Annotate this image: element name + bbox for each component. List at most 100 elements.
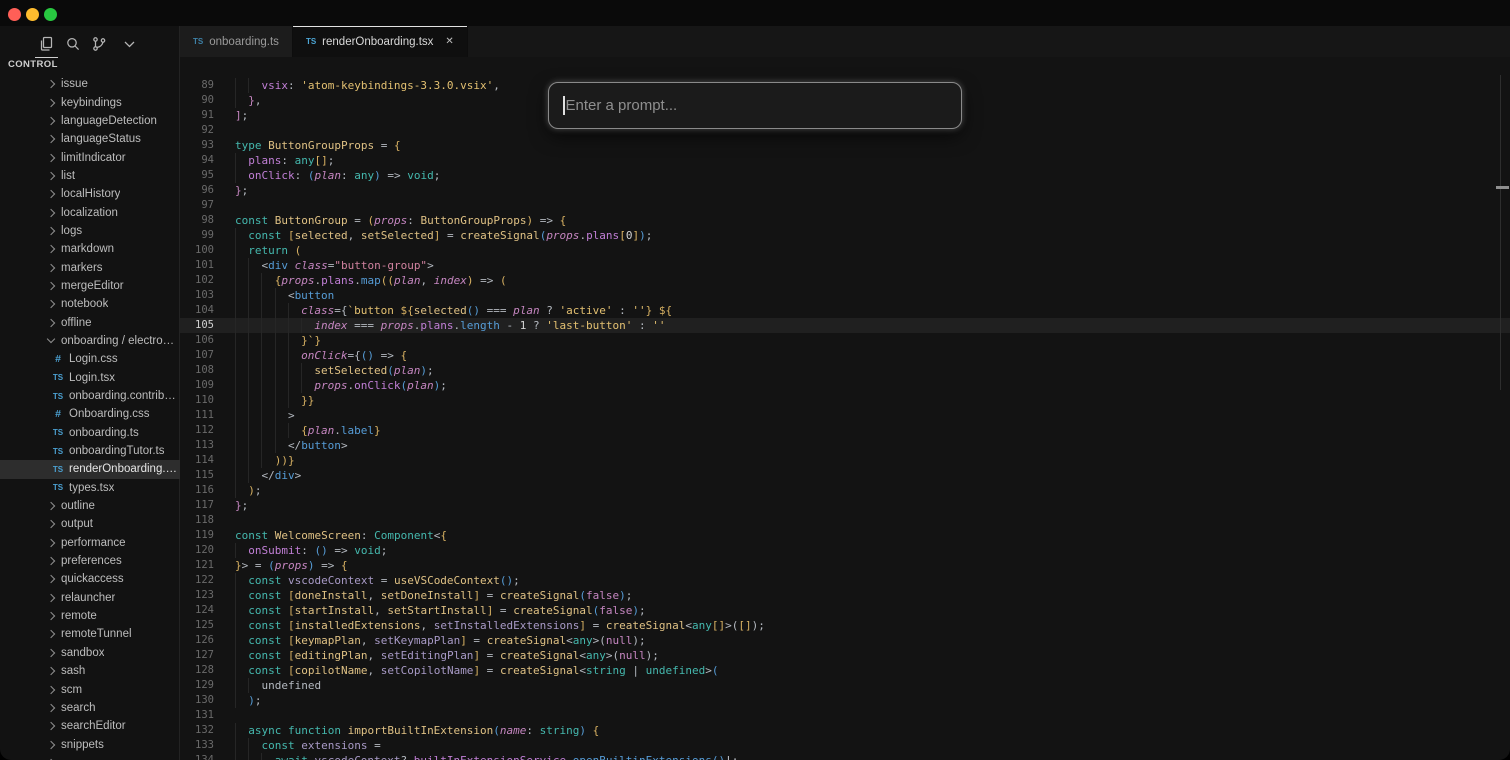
- indent-guide: [235, 153, 248, 168]
- code-text: <div class="button-group">: [235, 258, 434, 273]
- tree-file-types.tsx[interactable]: TStypes.tsx: [0, 479, 180, 497]
- scrollbar-track[interactable]: [1500, 75, 1501, 390]
- code-line-121: 121}> = (props) => {: [180, 558, 1510, 573]
- indent-guide: [261, 318, 274, 333]
- indent-guide: [248, 753, 261, 760]
- tree-folder-localization[interactable]: localization: [0, 203, 180, 221]
- indent-guide: [261, 303, 274, 318]
- tree-folder-mergeEditor[interactable]: mergeEditor: [0, 277, 180, 295]
- tree-file-onboarding.contribu...[interactable]: TSonboarding.contribu...: [0, 387, 180, 405]
- tree-item-label: relauncher: [61, 592, 115, 604]
- tree-folder-limitIndicator[interactable]: limitIndicator: [0, 148, 180, 166]
- tree-file-Login.css[interactable]: #Login.css: [0, 350, 180, 368]
- tree-file-Login.tsx[interactable]: TSLogin.tsx: [0, 369, 180, 387]
- tree-folder-[interactable]: [0, 754, 180, 760]
- tree-item-label: output: [61, 518, 93, 530]
- tree-folder-issue[interactable]: issue: [0, 75, 180, 93]
- traffic-light-minimize[interactable]: [26, 8, 39, 21]
- indent-guide: [248, 363, 261, 378]
- tree-folder-scm[interactable]: scm: [0, 680, 180, 698]
- indent-guide: [261, 438, 274, 453]
- tab-renderOnboarding.tsx[interactable]: TSrenderOnboarding.tsx✕: [293, 26, 468, 57]
- indent-guide: [275, 348, 288, 363]
- files-icon[interactable]: [34, 32, 58, 56]
- chevron-right-icon: [44, 224, 58, 238]
- tree-item-label: remoteTunnel: [61, 628, 132, 640]
- tree-folder-preferences[interactable]: preferences: [0, 552, 180, 570]
- tree-folder-outline[interactable]: outline: [0, 497, 180, 515]
- tree-folder-markers[interactable]: markers: [0, 258, 180, 276]
- code-text: vsix: 'atom-keybindings-3.3.0.vsix',: [235, 78, 500, 93]
- tree-folder-keybindings[interactable]: keybindings: [0, 93, 180, 111]
- tab-bar: TSonboarding.tsTSrenderOnboarding.tsx✕: [180, 26, 1510, 57]
- line-number: 123: [180, 588, 214, 603]
- tree-file-onboardingTutor.ts[interactable]: TSonboardingTutor.ts: [0, 442, 180, 460]
- line-number: 113: [180, 438, 214, 453]
- indent-guide: [248, 303, 261, 318]
- code-line-98: 98const ButtonGroup = (props: ButtonGrou…: [180, 213, 1510, 228]
- tree-folder-relauncher[interactable]: relauncher: [0, 589, 180, 607]
- code-line-130: 130);: [180, 693, 1510, 708]
- tree-item-label: limitIndicator: [61, 152, 126, 164]
- tree-folder-sandbox[interactable]: sandbox: [0, 644, 180, 662]
- close-icon[interactable]: ✕: [445, 36, 453, 47]
- code-text: </button>: [235, 438, 348, 453]
- tree-folder-languageStatus[interactable]: languageStatus: [0, 130, 180, 148]
- traffic-light-zoom[interactable]: [44, 8, 57, 21]
- file-tree: issue keybindingslanguageDetectionlanguag…: [0, 75, 180, 760]
- line-number: 114: [180, 453, 214, 468]
- code-line-125: 125const [installedExtensions, setInstal…: [180, 618, 1510, 633]
- tree-file-Onboarding.css[interactable]: #Onboarding.css: [0, 405, 180, 423]
- tree-folder-snippets[interactable]: snippets: [0, 735, 180, 753]
- code-editor[interactable]: 89vsix: 'atom-keybindings-3.3.0.vsix',90…: [180, 57, 1510, 760]
- tree-folder-markdown[interactable]: markdown: [0, 240, 180, 258]
- indent-guide: [235, 333, 248, 348]
- tree-folder-quickaccess[interactable]: quickaccess: [0, 570, 180, 588]
- code-line-114: 114))}: [180, 453, 1510, 468]
- tree-folder-sash[interactable]: sash: [0, 662, 180, 680]
- line-number: 133: [180, 738, 214, 753]
- line-number: 124: [180, 603, 214, 618]
- tree-folder-list[interactable]: list: [0, 167, 180, 185]
- indent-guide: [301, 378, 314, 393]
- line-number: 120: [180, 543, 214, 558]
- tree-folder-onboarding / electron-...[interactable]: onboarding / electron-...: [0, 332, 180, 350]
- tree-item-label: scm: [61, 684, 82, 696]
- tree-folder-logs[interactable]: logs: [0, 222, 180, 240]
- tree-file-renderOnboarding.tsx[interactable]: TSrenderOnboarding.tsx: [0, 460, 180, 478]
- code-text: onClick: (plan: any) => void;: [235, 168, 440, 183]
- line-number: 110: [180, 393, 214, 408]
- line-number: 116: [180, 483, 214, 498]
- sidebar: CONTROL issuekeybindingslanguageDetectio…: [0, 26, 180, 760]
- search-icon[interactable]: [61, 32, 85, 56]
- tree-folder-localHistory[interactable]: localHistory: [0, 185, 180, 203]
- prompt-input[interactable]: Enter a prompt...: [548, 82, 962, 129]
- code-text: async function importBuiltInExtension(na…: [235, 723, 599, 738]
- tree-folder-remote[interactable]: remote: [0, 607, 180, 625]
- tree-folder-searchEditor[interactable]: searchEditor: [0, 717, 180, 735]
- tree-folder-offline[interactable]: offline: [0, 313, 180, 331]
- chevron-down-icon[interactable]: [117, 32, 141, 56]
- tree-folder-performance[interactable]: performance: [0, 534, 180, 552]
- tree-item-label: preferences: [61, 555, 122, 567]
- chevron-right-icon: [44, 187, 58, 201]
- line-number: 97: [180, 198, 214, 213]
- line-number: 127: [180, 648, 214, 663]
- tree-folder-languageDetection[interactable]: languageDetection: [0, 112, 180, 130]
- tree-folder-remoteTunnel[interactable]: remoteTunnel: [0, 625, 180, 643]
- code-text: return (: [235, 243, 301, 258]
- ts-file-icon: TS: [50, 483, 66, 492]
- traffic-light-close[interactable]: [8, 8, 21, 21]
- tree-folder-search[interactable]: search: [0, 699, 180, 717]
- tab-onboarding.ts[interactable]: TSonboarding.ts: [180, 26, 293, 57]
- code-line-109: 109props.onClick(plan);: [180, 378, 1510, 393]
- code-line-108: 108setSelected(plan);: [180, 363, 1510, 378]
- tree-file-onboarding.ts[interactable]: TSonboarding.ts: [0, 424, 180, 442]
- tree-item-label: issue: [61, 78, 88, 90]
- chevron-right-icon: [44, 297, 58, 311]
- tree-folder-output[interactable]: output: [0, 515, 180, 533]
- tree-folder-notebook[interactable]: notebook: [0, 295, 180, 313]
- code-text: const [startInstall, setStartInstall] = …: [235, 603, 646, 618]
- source-control-icon[interactable]: [87, 32, 111, 56]
- indent-guide: [235, 453, 248, 468]
